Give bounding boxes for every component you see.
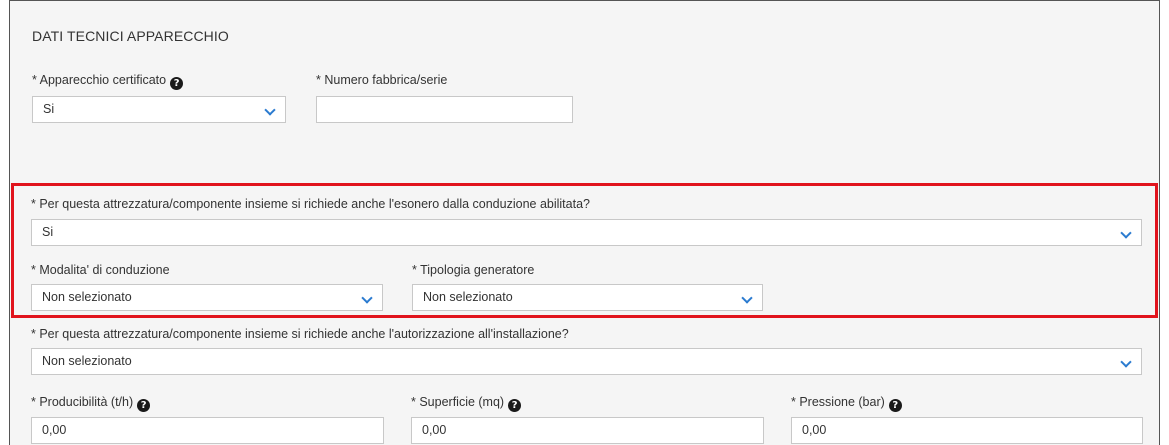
- superficie-input[interactable]: 0,00: [411, 417, 764, 444]
- chevron-down-icon: [1120, 356, 1132, 368]
- chevron-down-icon: [741, 292, 753, 304]
- pressione-input[interactable]: 0,00: [791, 417, 1143, 444]
- pressione-label-text: * Pressione (bar): [791, 395, 885, 409]
- numero-fabbrica-input[interactable]: [316, 96, 573, 123]
- autorizzazione-label: * Per questa attrezzatura/componente ins…: [31, 327, 569, 341]
- numero-fabbrica-label: * Numero fabbrica/serie: [316, 73, 448, 87]
- apparecchio-certificato-value: Si: [43, 102, 55, 116]
- esonero-select[interactable]: Si: [31, 219, 1142, 246]
- superficie-label: * Superficie (mq)?: [411, 395, 522, 412]
- question-circle-icon[interactable]: ?: [888, 399, 902, 412]
- section-title: DATI TECNICI APPARECCHIO: [32, 28, 229, 44]
- tipologia-generatore-select[interactable]: Non selezionato: [412, 284, 763, 311]
- superficie-label-text: * Superficie (mq): [411, 395, 505, 409]
- apparecchio-certificato-label: * Apparecchio certificato?: [32, 73, 184, 90]
- apparecchio-certificato-label-text: * Apparecchio certificato: [32, 73, 167, 87]
- autorizzazione-select[interactable]: Non selezionato: [31, 348, 1142, 375]
- tipologia-generatore-value: Non selezionato: [423, 290, 513, 304]
- question-circle-icon[interactable]: ?: [508, 399, 522, 412]
- question-circle-icon[interactable]: ?: [137, 399, 151, 412]
- question-circle-icon[interactable]: ?: [170, 77, 184, 90]
- chevron-down-icon: [361, 292, 373, 304]
- producibilita-input[interactable]: 0,00: [31, 417, 384, 444]
- tipologia-generatore-label: * Tipologia generatore: [412, 263, 535, 277]
- modalita-conduzione-value: Non selezionato: [42, 290, 132, 304]
- modalita-conduzione-label: * Modalita' di conduzione: [31, 263, 170, 277]
- chevron-down-icon: [264, 104, 276, 116]
- modalita-conduzione-select[interactable]: Non selezionato: [31, 284, 383, 311]
- producibilita-label: * Producibilità (t/h)?: [31, 395, 151, 412]
- producibilita-label-text: * Producibilità (t/h): [31, 395, 134, 409]
- apparecchio-certificato-select[interactable]: Si: [32, 96, 286, 123]
- esonero-value: Si: [42, 225, 54, 239]
- pressione-label: * Pressione (bar)?: [791, 395, 902, 412]
- esonero-label: * Per questa attrezzatura/componente ins…: [31, 197, 590, 211]
- chevron-down-icon: [1120, 227, 1132, 239]
- autorizzazione-value: Non selezionato: [42, 354, 132, 368]
